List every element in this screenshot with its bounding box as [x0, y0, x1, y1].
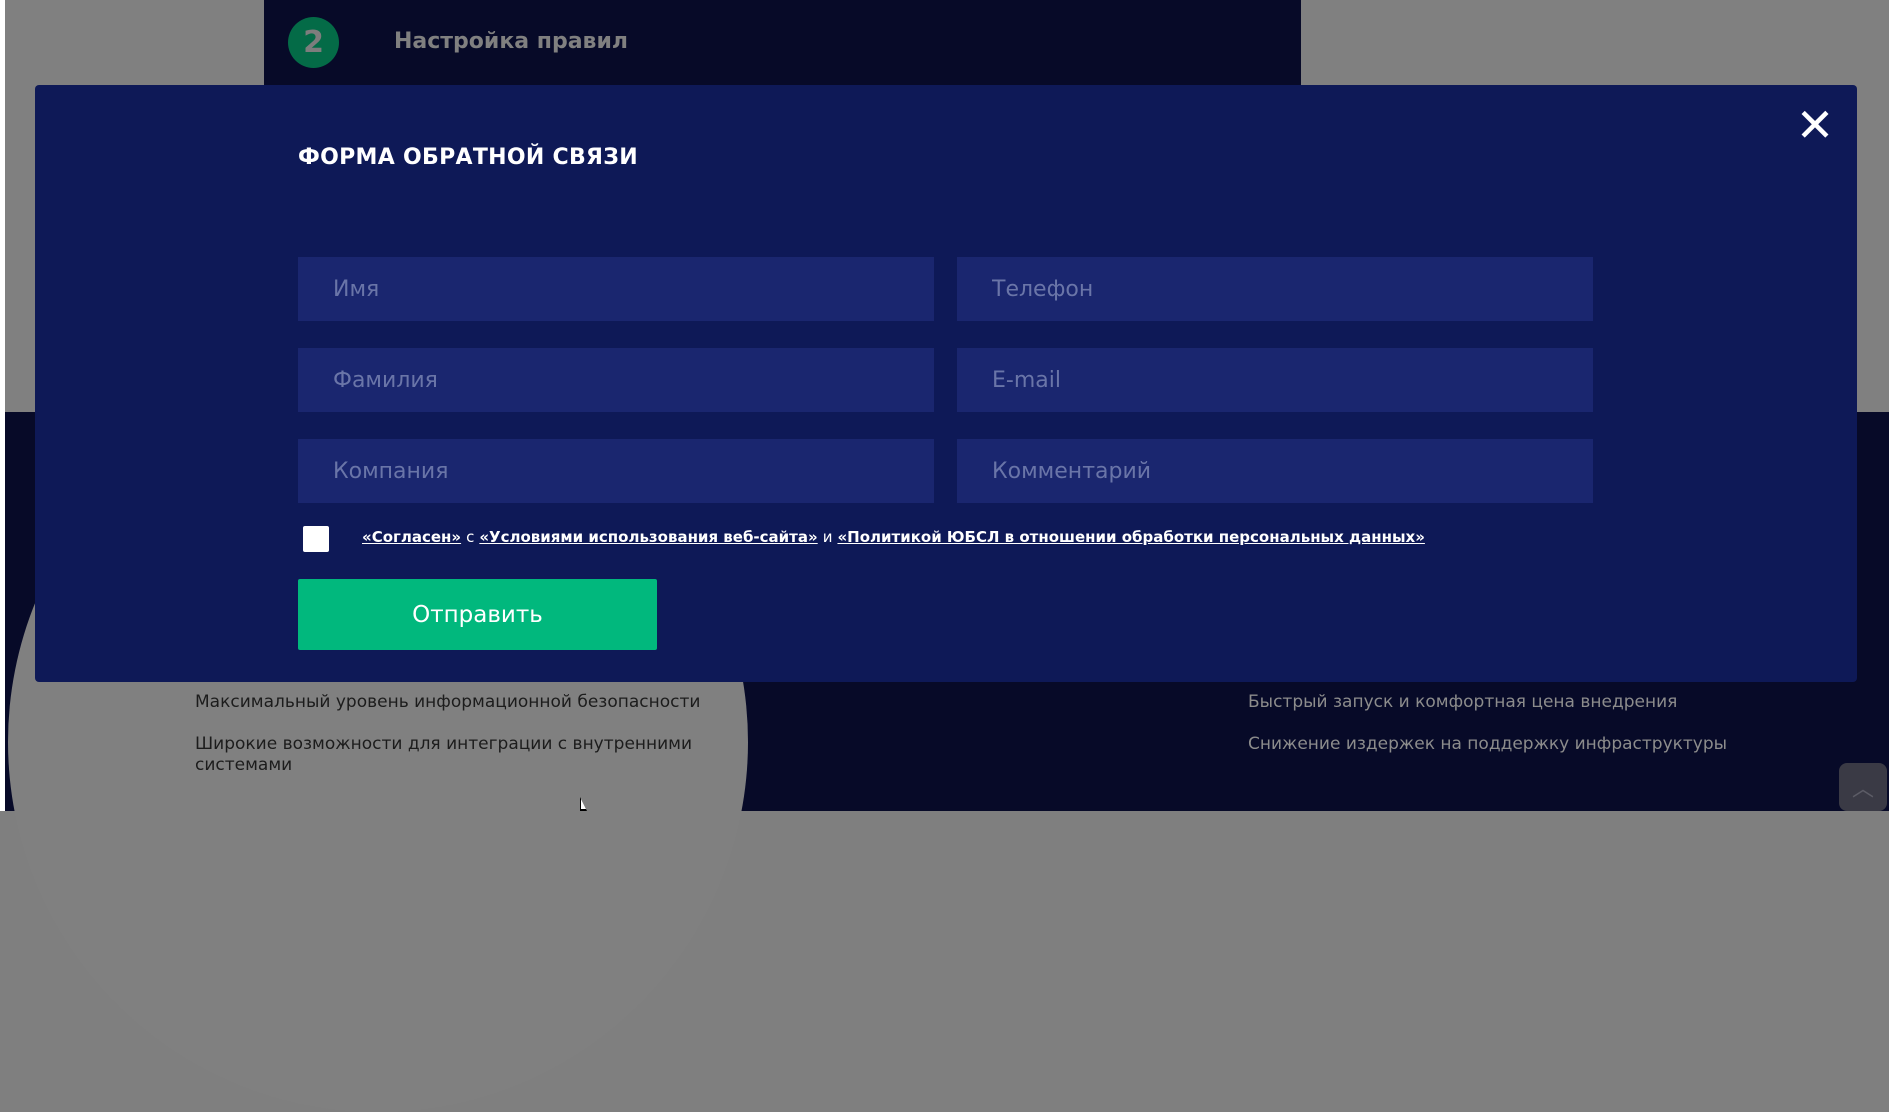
submit-button[interactable]: Отправить: [298, 579, 657, 650]
email-input[interactable]: [957, 348, 1593, 412]
chevron-up-icon: ︿: [1851, 777, 1874, 802]
mouse-cursor: [580, 797, 587, 811]
feature-item: Максимальный уровень информационной безо…: [195, 692, 701, 712]
privacy-policy-link[interactable]: «Политикой ЮБСЛ в отношении обработки пе…: [837, 528, 1424, 546]
first-name-input[interactable]: [298, 257, 934, 321]
feedback-modal: ✕ ФОРМА ОБРАТНОЙ СВЯЗИ «Согласен» с«Услов…: [35, 85, 1857, 682]
feature-item: Широкие возможности для интеграции с вну…: [195, 734, 693, 775]
consent-text: «Согласен» с «Условиями использования веб-…: [362, 528, 1425, 546]
feature-item: Быстрый запуск и комфортная цена внедрен…: [1248, 692, 1678, 712]
modal-title: ФОРМА ОБРАТНОЙ СВЯЗИ: [298, 145, 638, 170]
phone-input[interactable]: [957, 257, 1593, 321]
consent-with-text: с: [466, 528, 475, 546]
step-title: Настройка правил: [394, 29, 629, 54]
feature-item: Снижение издержек на поддержку инфрастру…: [1248, 734, 1728, 754]
comment-input[interactable]: [957, 439, 1593, 503]
consent-checkbox[interactable]: [303, 526, 329, 552]
close-icon[interactable]: ✕: [1795, 102, 1835, 148]
step-number-badge: 2: [288, 17, 339, 68]
last-name-input[interactable]: [298, 348, 934, 412]
terms-link[interactable]: «Условиями использования веб-сайта»: [479, 528, 817, 546]
company-input[interactable]: [298, 439, 934, 503]
scroll-to-top-button[interactable]: ︿: [1839, 763, 1887, 811]
consent-and-text: и: [822, 528, 833, 546]
agree-link[interactable]: «Согласен»: [362, 528, 461, 546]
